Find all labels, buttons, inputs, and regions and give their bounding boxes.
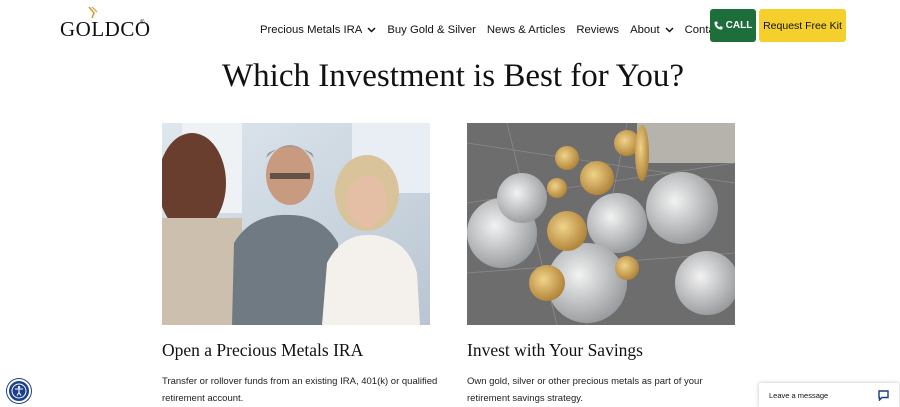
nav-label: Buy Gold & Silver — [387, 24, 476, 36]
card-title[interactable]: Invest with Your Savings — [467, 340, 735, 361]
nav-about[interactable]: About — [630, 24, 674, 36]
accessibility-icon — [11, 383, 27, 399]
couple-consultation-photo — [162, 123, 430, 325]
chat-widget[interactable]: Leave a message — [759, 383, 899, 407]
card-title[interactable]: Open a Precious Metals IRA — [162, 340, 430, 361]
card-precious-metals-ira: Open a Precious Metals IRA Transfer or r… — [162, 123, 437, 407]
logo-text: GOLDCO — [60, 17, 151, 41]
registered-mark: ® — [140, 20, 145, 26]
nav-buy-gold-silver[interactable]: Buy Gold & Silver — [387, 24, 476, 36]
nav-label: News & Articles — [486, 24, 566, 36]
nav-label: Reviews — [576, 24, 620, 36]
main-nav: Precious Metals IRA Buy Gold & Silver Ne… — [260, 24, 740, 36]
request-free-kit-button[interactable]: Request Free Kit — [759, 9, 846, 42]
nav-news-articles[interactable]: News & Articles — [487, 24, 565, 36]
nav-precious-metals-ira[interactable]: Precious Metals IRA — [260, 24, 376, 36]
chat-bubble-icon — [878, 390, 889, 401]
card-description: Own gold, silver or other precious metal… — [467, 376, 703, 404]
chat-label: Leave a message — [769, 390, 829, 400]
call-label: CALL — [725, 20, 753, 31]
phone-icon — [714, 21, 723, 30]
chevron-down-icon — [665, 27, 674, 33]
gold-silver-coins-photo — [467, 123, 735, 325]
card-description: Transfer or rollover funds from an exist… — [162, 376, 438, 404]
page-title: Which Investment is Best for You? — [222, 58, 684, 94]
nav-reviews[interactable]: Reviews — [576, 24, 619, 36]
nav-label: Precious Metals IRA — [260, 24, 363, 36]
chevron-down-icon — [367, 27, 376, 33]
goldco-logo[interactable]: GOLDCO ® — [60, 6, 150, 41]
nav-label: About — [630, 24, 660, 36]
accessibility-button[interactable] — [7, 379, 31, 403]
card-invest-savings: Invest with Your Savings Own gold, silve… — [467, 123, 735, 407]
call-button[interactable]: CALL — [710, 9, 756, 42]
